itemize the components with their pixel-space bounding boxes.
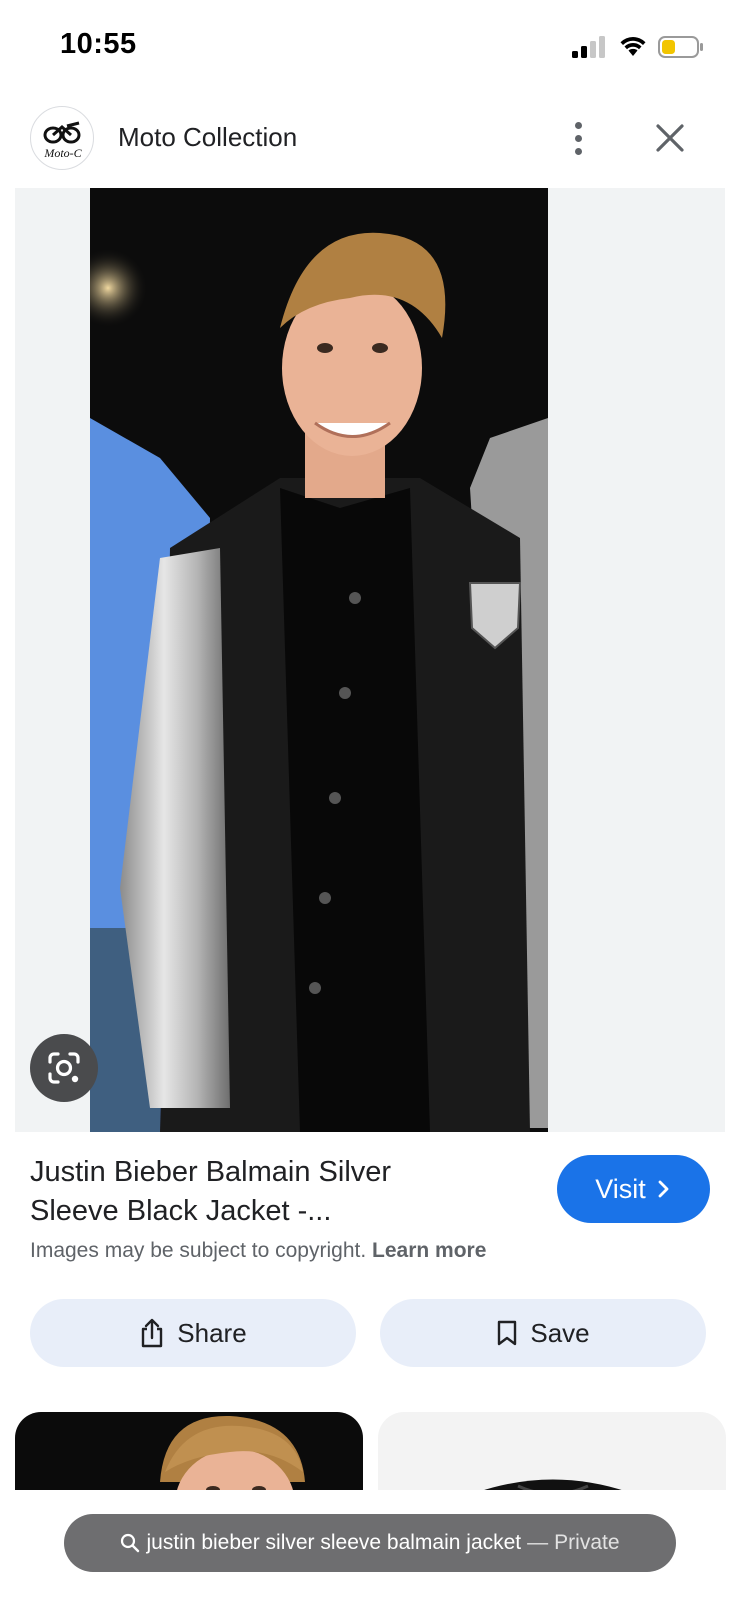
private-mode-label: Private bbox=[554, 1531, 620, 1554]
photo-illustration bbox=[90, 188, 548, 1132]
close-icon[interactable] bbox=[650, 118, 690, 158]
search-query: justin bieber silver sleeve balmain jack… bbox=[146, 1531, 522, 1554]
search-separator: — bbox=[527, 1531, 549, 1554]
moto-logo-icon: Moto-C bbox=[43, 121, 83, 160]
google-lens-icon bbox=[48, 1052, 80, 1084]
copyright-notice: Images may be subject to copyright. Lear… bbox=[30, 1239, 486, 1263]
learn-more-link[interactable]: Learn more bbox=[372, 1239, 486, 1262]
share-label: Share bbox=[177, 1317, 247, 1348]
visit-button[interactable]: Visit bbox=[557, 1155, 710, 1223]
chevron-right-icon bbox=[658, 1180, 669, 1198]
more-vert-icon bbox=[574, 121, 582, 129]
site-name[interactable]: Moto Collection bbox=[118, 122, 297, 153]
cellular-signal-icon bbox=[572, 36, 605, 58]
result-header: Moto-C Moto Collection bbox=[0, 104, 740, 176]
related-image-1[interactable] bbox=[15, 1412, 363, 1492]
share-icon bbox=[142, 1318, 163, 1348]
site-logo[interactable]: Moto-C bbox=[30, 106, 94, 170]
save-button[interactable]: Save bbox=[380, 1299, 706, 1367]
related-image-2[interactable] bbox=[378, 1412, 726, 1492]
save-label: Save bbox=[530, 1317, 590, 1348]
logo-text: Moto-C bbox=[43, 146, 82, 160]
result-title-line-2: Sleeve Black Jacket -... bbox=[30, 1195, 332, 1227]
result-title[interactable]: Justin Bieber Balmain Silver Sleeve Blac… bbox=[30, 1153, 520, 1231]
share-button[interactable]: Share bbox=[30, 1299, 356, 1367]
bookmark-icon bbox=[498, 1320, 517, 1346]
battery-icon bbox=[658, 36, 703, 58]
private-search-pill[interactable]: justin bieber silver sleeve balmain jack… bbox=[64, 1514, 676, 1572]
google-lens-button[interactable] bbox=[30, 1034, 98, 1102]
copyright-text: Images may be subject to copyright. bbox=[30, 1239, 367, 1262]
more-options-button[interactable] bbox=[560, 112, 596, 164]
result-image[interactable] bbox=[90, 188, 548, 1132]
wifi-icon bbox=[620, 37, 646, 56]
search-icon bbox=[121, 1533, 140, 1553]
related-images bbox=[0, 1412, 740, 1492]
status-bar: 10:55 bbox=[0, 0, 740, 90]
status-time: 10:55 bbox=[60, 28, 137, 60]
visit-label: Visit bbox=[595, 1173, 646, 1204]
result-title-line-1: Justin Bieber Balmain Silver bbox=[30, 1156, 392, 1188]
